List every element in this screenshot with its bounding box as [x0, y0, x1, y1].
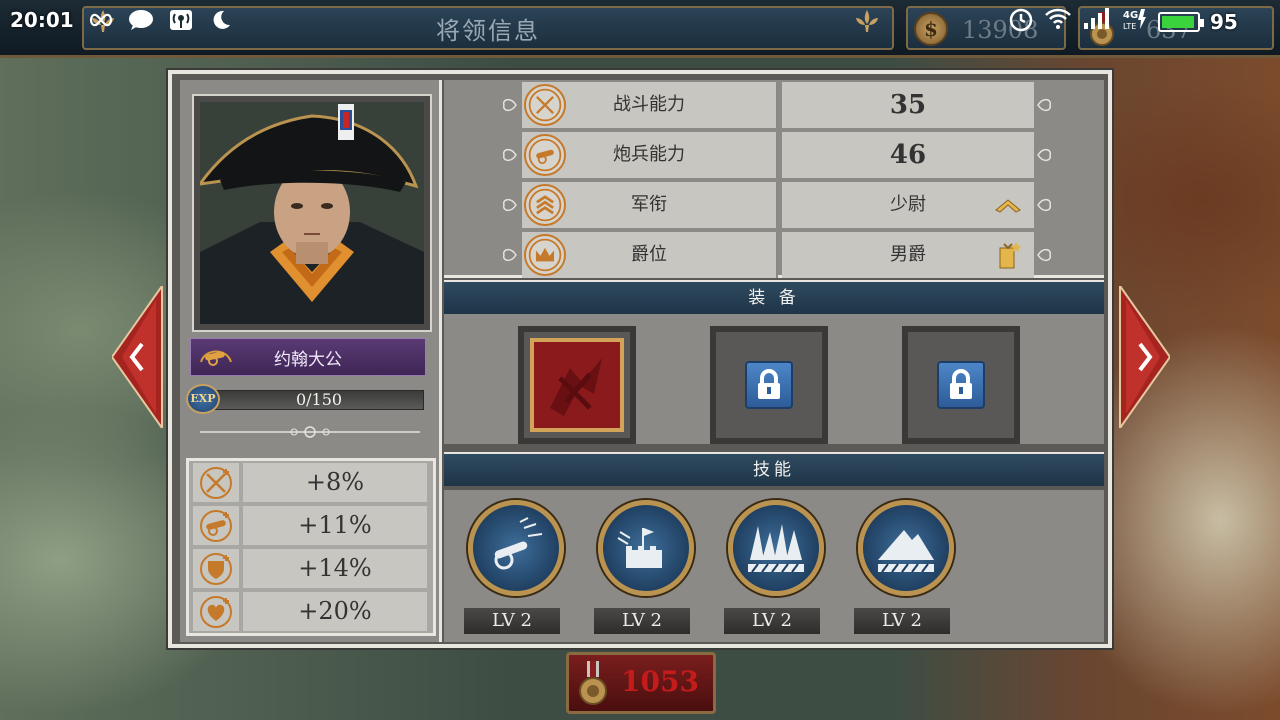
bonus-row: +20% — [189, 590, 433, 633]
equipment-slot-1[interactable] — [518, 326, 636, 444]
stat-row-combat: 战斗能力 35 — [498, 82, 1058, 128]
equipment-slot-2[interactable] — [710, 326, 828, 444]
equipment-title: 装 备 — [748, 288, 800, 308]
fleur-de-lis-icon — [856, 10, 878, 32]
exp-row: 0/150 EXP — [186, 384, 430, 414]
ornament-icon — [1037, 248, 1052, 262]
previous-general-arrow[interactable] — [112, 286, 164, 428]
skill-2[interactable]: LV 2 — [594, 500, 694, 642]
ornament-icon — [1037, 98, 1052, 112]
ornament-icon — [1037, 148, 1052, 162]
general-detail-column: 战斗能力 35 炮兵能力 46 军衔 少尉 爵位 男爵 装 备 技能 LV 2 … — [444, 80, 1104, 642]
svg-text:LTE: LTE — [1123, 22, 1136, 31]
mountain-skill-icon — [858, 500, 954, 596]
equipment-header: 装 备 — [444, 280, 1104, 314]
next-general-arrow[interactable] — [1118, 286, 1170, 428]
bonus-list: +8% +11% +14% +20% — [186, 458, 436, 636]
cannon-icon — [193, 506, 239, 545]
skills-list: LV 2 LV 2 LV 2 LV 2 — [444, 490, 1104, 642]
title-value: 男爵 — [890, 244, 926, 265]
medal-count: 1053 — [621, 665, 699, 698]
skills-header: 技能 — [444, 452, 1104, 486]
general-name: 约翰大公 — [274, 349, 342, 370]
infinity-icon — [88, 9, 114, 31]
ornament-icon — [502, 148, 517, 162]
artillery-skill-icon — [468, 500, 564, 596]
exp-badge: EXP — [186, 384, 220, 414]
signal-icon — [1082, 7, 1112, 36]
system-status-right: 4G LTE 95 — [1008, 6, 1238, 37]
hotspot-icon — [168, 9, 194, 31]
skill-1[interactable]: LV 2 — [464, 500, 564, 642]
crown-icon — [524, 234, 566, 276]
ornamental-divider — [200, 426, 420, 438]
top-bar: 将领信息 $ 13908 637 20:01 4G LTE 95 — [0, 0, 1280, 58]
exp-progress-bar: 0/150 — [214, 390, 424, 410]
bonus-value: +8% — [243, 463, 427, 502]
equipment-slot-3[interactable] — [902, 326, 1020, 444]
skill-level: LV 2 — [464, 608, 560, 634]
skills-title: 技能 — [753, 460, 795, 480]
lock-icon — [745, 361, 793, 409]
red-emblem-icon — [530, 338, 624, 432]
clock-time: 20:01 — [10, 8, 74, 32]
lte-icon: 4G LTE — [1122, 7, 1148, 36]
bonus-row: +8% — [189, 461, 433, 504]
cannon-icon — [524, 134, 566, 176]
skill-4[interactable]: LV 2 — [854, 500, 954, 642]
medal-button[interactable]: 1053 — [566, 652, 716, 714]
chat-bubble-icon — [128, 9, 154, 31]
stat-value: 35 — [782, 82, 1034, 128]
skill-level: LV 2 — [594, 608, 690, 634]
shield-icon — [193, 549, 239, 588]
bonus-value: +14% — [243, 549, 427, 588]
svg-text:4G: 4G — [1123, 10, 1138, 21]
alarm-icon — [1008, 6, 1034, 37]
crossed-swords-icon — [524, 84, 566, 126]
general-profile-column: 约翰大公 0/150 EXP +8% +11% +14% +20% — [180, 80, 442, 642]
wifi-icon — [1044, 7, 1072, 36]
bonus-row: +14% — [189, 547, 433, 590]
equipment-slots — [444, 314, 1104, 444]
coin-icon: $ — [914, 12, 948, 46]
general-portrait — [192, 94, 432, 332]
ornament-icon — [1037, 198, 1052, 212]
spikes-skill-icon — [728, 500, 824, 596]
skill-3[interactable]: LV 2 — [724, 500, 824, 642]
system-status-left: 20:01 — [10, 8, 234, 32]
ornament-icon — [502, 198, 517, 212]
skill-level: LV 2 — [724, 608, 820, 634]
bonus-row: +11% — [189, 504, 433, 547]
page-title: 将领信息 — [436, 16, 540, 45]
general-name-plate: 约翰大公 — [190, 338, 426, 376]
bonus-value: +20% — [243, 592, 427, 631]
exp-value: 0/150 — [295, 390, 343, 409]
battery-icon — [1158, 11, 1204, 32]
officer-portrait-image — [200, 102, 424, 324]
heart-icon — [193, 592, 239, 631]
battery-level: 95 — [1210, 9, 1238, 34]
stat-value: 少尉 — [782, 182, 1034, 228]
rank-value: 少尉 — [890, 194, 926, 215]
ornament-icon — [502, 98, 517, 112]
skill-level: LV 2 — [854, 608, 950, 634]
stat-row-rank: 军衔 少尉 — [498, 182, 1058, 228]
fortress-skill-icon — [598, 500, 694, 596]
general-info-panel: 约翰大公 0/150 EXP +8% +11% +14% +20% 战斗能力 3… — [168, 70, 1112, 648]
noble-title-icon — [999, 242, 1021, 269]
stats-table: 战斗能力 35 炮兵能力 46 军衔 少尉 爵位 男爵 — [444, 80, 1104, 278]
stat-row-artillery: 炮兵能力 46 — [498, 132, 1058, 178]
crossed-swords-icon — [193, 463, 239, 502]
medal-icon — [579, 661, 607, 705]
rank-insignia-icon — [995, 199, 1021, 213]
stat-value: 男爵 — [782, 232, 1034, 278]
ornament-icon — [502, 248, 517, 262]
stat-row-title: 爵位 男爵 — [498, 232, 1058, 278]
bonus-value: +11% — [243, 506, 427, 545]
lock-icon — [937, 361, 985, 409]
chevron-rank-icon — [524, 184, 566, 226]
stat-value: 46 — [782, 132, 1034, 178]
cannon-icon — [200, 350, 232, 366]
moon-icon — [208, 9, 234, 31]
